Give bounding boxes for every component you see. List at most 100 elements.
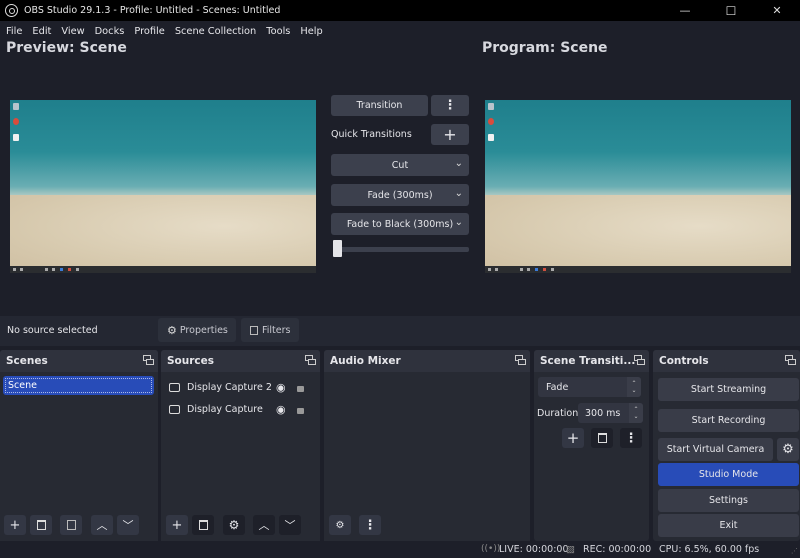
plus-icon: + — [171, 517, 183, 533]
properties-label: Properties — [179, 324, 228, 336]
preview-title: Preview: Scene — [6, 40, 127, 56]
controls-title: Controls — [659, 355, 709, 367]
quick-transition-label: Fade to Black (300ms) — [346, 218, 454, 230]
duration-value: 300 ms — [585, 407, 621, 419]
scene-transitions-title: Scene Transiti... — [540, 355, 636, 367]
eye-icon[interactable]: ◉ — [276, 403, 286, 416]
close-button[interactable]: ✕ — [754, 0, 800, 21]
filters-label: Filters — [262, 324, 291, 336]
source-item[interactable]: Display Capture 2 ◉ — [169, 377, 314, 397]
chevron-down-icon: ⌄ — [454, 188, 463, 199]
quick-transitions-label: Quick Transitions — [331, 129, 412, 140]
audio-advanced-properties-button[interactable]: ⚙ — [329, 515, 351, 535]
trash-icon — [597, 433, 607, 443]
chevron-up-icon: ︿ — [96, 519, 108, 532]
quick-transition-cut[interactable]: Cut ⌄ — [331, 154, 469, 176]
undock-icon[interactable] — [785, 355, 797, 366]
updown-icon: ⌃ ⌄ — [627, 377, 641, 397]
cpu-fps-readout: CPU: 6.5%, 60.00 fps — [659, 544, 760, 555]
scene-filters-button[interactable] — [60, 515, 82, 535]
filters-button[interactable]: Filters — [241, 318, 299, 342]
gears-icon: ⚙ — [335, 519, 345, 531]
trash-icon — [198, 520, 208, 530]
add-scene-button[interactable]: + — [4, 515, 26, 535]
menu-docks[interactable]: Docks — [91, 26, 129, 37]
remove-scene-button[interactable] — [30, 515, 52, 535]
settings-button[interactable]: Settings — [658, 489, 799, 512]
add-source-button[interactable]: + — [166, 515, 188, 535]
scene-transitions-dock: Scene Transiti... Fade ⌃ ⌄ Duration 300 m… — [534, 350, 649, 541]
move-source-down-button[interactable]: ﹀ — [279, 515, 301, 535]
recycle-bin-icon — [13, 103, 19, 110]
move-scene-up-button[interactable]: ︿ — [91, 515, 113, 535]
menu-edit[interactable]: Edit — [28, 26, 55, 37]
transition-select[interactable]: Fade ⌃ ⌄ — [538, 377, 641, 397]
minimize-button[interactable]: — — [662, 0, 708, 21]
duration-label: Duration — [537, 408, 579, 419]
resize-grip-icon[interactable]: ⋰ — [791, 547, 798, 555]
scene-item-selected[interactable]: Scene — [3, 376, 154, 395]
duration-spinbox[interactable]: 300 ms ⌃ ⌄ — [578, 403, 643, 423]
source-item[interactable]: Display Capture ◉ — [169, 399, 314, 419]
start-virtual-camera-button[interactable]: Start Virtual Camera — [658, 438, 773, 461]
maximize-button[interactable]: ☐ — [708, 0, 754, 21]
undock-icon[interactable] — [634, 355, 646, 366]
menu-file[interactable]: File — [2, 26, 26, 37]
file-icon — [488, 134, 494, 141]
filters-icon — [250, 325, 258, 335]
undock-icon[interactable] — [143, 355, 155, 366]
studio-mode-button[interactable]: Studio Mode — [658, 463, 799, 486]
remove-source-button[interactable] — [192, 515, 214, 535]
start-recording-button[interactable]: Start Recording — [658, 409, 799, 432]
title-bar: OBS Studio 29.1.3 - Profile: Untitled - … — [0, 0, 800, 21]
rec-timer: REC: 00:00:00 — [583, 544, 652, 555]
monitor-icon — [169, 382, 180, 392]
tbar-slider-handle[interactable] — [333, 240, 342, 257]
menu-help[interactable]: Help — [296, 26, 326, 37]
program-display[interactable] — [485, 100, 791, 273]
exit-button[interactable]: Exit — [658, 514, 799, 537]
start-streaming-button[interactable]: Start Streaming — [658, 378, 799, 401]
chevron-down-icon: ﹀ — [284, 519, 296, 532]
transition-more-button[interactable]: ⋮ — [431, 95, 469, 116]
monitor-icon — [169, 404, 180, 414]
add-quick-transition-button[interactable]: + — [431, 124, 469, 145]
quick-transition-fade-to-black[interactable]: Fade to Black (300ms) ⌄ — [331, 213, 469, 235]
remove-transition-button[interactable] — [591, 428, 613, 448]
source-properties-button[interactable]: ⚙ — [223, 515, 245, 535]
transition-select-value: Fade — [546, 381, 569, 393]
audio-mixer-menu-button[interactable]: ⋮ — [359, 515, 381, 535]
transition-button[interactable]: Transition — [331, 95, 428, 116]
scene-item-label: Scene — [5, 378, 152, 393]
unlock-icon[interactable] — [297, 408, 304, 414]
move-source-up-button[interactable]: ︿ — [253, 515, 275, 535]
menu-view[interactable]: View — [57, 26, 88, 37]
undock-icon[interactable] — [305, 355, 317, 366]
eye-icon[interactable]: ◉ — [276, 381, 286, 394]
menu-tools[interactable]: Tools — [262, 26, 294, 37]
chrome-icon — [13, 118, 19, 125]
menu-profile[interactable]: Profile — [130, 26, 168, 37]
virtual-camera-settings-button[interactable]: ⚙ — [777, 438, 799, 461]
quick-transition-fade[interactable]: Fade (300ms) ⌄ — [331, 184, 469, 206]
unlock-icon[interactable] — [297, 386, 304, 392]
trash-icon — [36, 520, 46, 530]
menu-scene-collection[interactable]: Scene Collection — [171, 26, 260, 37]
audio-mixer-dock: Audio Mixer ⚙ ⋮ — [324, 350, 530, 541]
obs-logo-icon — [5, 4, 18, 17]
quick-transition-label: Cut — [391, 159, 409, 171]
move-scene-down-button[interactable]: ﹀ — [117, 515, 139, 535]
transition-menu-button[interactable]: ⋮ — [620, 428, 642, 448]
chevron-down-icon: ﹀ — [122, 519, 134, 532]
add-transition-button[interactable]: + — [562, 428, 584, 448]
tbar-slider-track[interactable] — [337, 247, 469, 252]
plus-icon: + — [566, 429, 580, 447]
live-timer: LIVE: 00:00:00 — [499, 544, 569, 555]
source-name: Display Capture — [187, 403, 263, 415]
chrome-icon — [488, 118, 494, 125]
properties-button[interactable]: ⚙ Properties — [158, 318, 236, 342]
undock-icon[interactable] — [515, 355, 527, 366]
source-toolbar: No source selected — [0, 316, 800, 346]
more-vertical-icon: ⋮ — [363, 517, 377, 533]
preview-display[interactable] — [10, 100, 316, 273]
